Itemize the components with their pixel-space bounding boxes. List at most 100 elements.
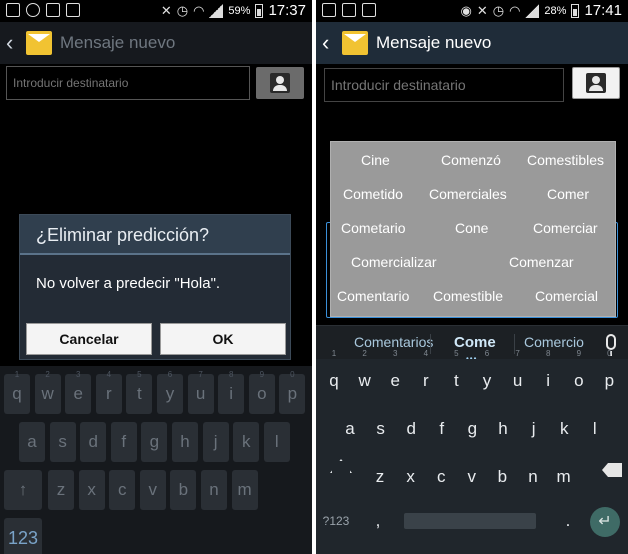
key-e[interactable]: 3e [381, 349, 409, 401]
key-label: b [497, 467, 508, 486]
key-p[interactable]: 0p [595, 349, 623, 401]
key-j[interactable]: j [520, 409, 548, 449]
recipient-field[interactable] [6, 66, 250, 100]
key-h[interactable]: h [489, 409, 517, 449]
key-y[interactable]: 6y [157, 370, 183, 414]
key-w[interactable]: 2w [351, 349, 379, 401]
symbols-key[interactable]: 123 [4, 518, 42, 554]
key-u[interactable]: 7u [187, 370, 214, 414]
space-key[interactable] [404, 513, 536, 529]
cancel-button[interactable]: Cancelar [26, 323, 152, 355]
shift-key[interactable]: ↑ [4, 470, 42, 510]
suggestion-item[interactable]: Comercial [535, 288, 598, 304]
key-i[interactable]: 8i [534, 349, 562, 401]
key-secondary-label: 0 [607, 349, 612, 358]
key-n[interactable]: n [519, 457, 547, 497]
ok-button[interactable]: OK [160, 323, 286, 355]
key-y[interactable]: 6y [473, 349, 501, 401]
symbols-key[interactable]: ?123 [322, 501, 350, 541]
key-secondary-label: 4 [106, 370, 112, 379]
key-label: n [528, 467, 538, 486]
suggestion-item[interactable]: Comentario [337, 288, 409, 304]
recipient-input[interactable] [13, 76, 249, 90]
key-s[interactable]: s [367, 409, 395, 449]
enter-key-icon[interactable]: ↵ [590, 507, 620, 537]
suggestion-item[interactable]: Cometario [341, 220, 406, 236]
backspace-key-icon[interactable] [602, 463, 622, 477]
key-p[interactable]: 0p [279, 370, 306, 414]
sync-icon [26, 3, 40, 17]
key-m[interactable]: m [231, 470, 258, 510]
key-label: p [604, 371, 615, 390]
key-r[interactable]: 4r [412, 349, 440, 401]
key-g[interactable]: g [141, 422, 168, 462]
back-chevron-icon[interactable]: ‹ [6, 30, 22, 56]
suggestion-item[interactable]: Comerciar [533, 220, 598, 236]
shift-key-icon[interactable] [328, 459, 350, 481]
key-u[interactable]: 7u [504, 349, 532, 401]
key-d[interactable]: d [397, 409, 425, 449]
key-v[interactable]: v [458, 457, 486, 497]
recipient-input[interactable] [331, 77, 563, 93]
add-contact-button[interactable] [256, 67, 304, 99]
key-f[interactable]: f [428, 409, 456, 449]
key-j[interactable]: j [202, 422, 229, 462]
key-i[interactable]: 8i [218, 370, 245, 414]
key-d[interactable]: d [80, 422, 107, 462]
key-a[interactable]: a [336, 409, 364, 449]
key-b[interactable]: b [488, 457, 516, 497]
key-h[interactable]: h [172, 422, 198, 462]
key-a[interactable]: a [19, 422, 45, 462]
key-n[interactable]: n [201, 470, 227, 510]
key-v[interactable]: v [139, 470, 166, 510]
recipient-field[interactable] [324, 68, 564, 102]
suggestion-item[interactable]: Comenzó [441, 152, 501, 168]
suggestion-item[interactable]: Comenzar [509, 254, 574, 270]
key-s[interactable]: s [49, 422, 76, 462]
key-label: s [376, 419, 385, 438]
key-g[interactable]: g [458, 409, 486, 449]
key-z[interactable]: z [48, 470, 74, 510]
period-key[interactable]: . [554, 501, 582, 541]
key-q[interactable]: 1q [320, 349, 348, 401]
key-e[interactable]: 3e [65, 370, 92, 414]
key-w[interactable]: 2w [34, 370, 61, 414]
key-q[interactable]: 1q [4, 370, 30, 414]
key-r[interactable]: 4r [95, 370, 122, 414]
key-l[interactable]: l [263, 422, 290, 462]
dialog-title: ¿Eliminar predicción? [20, 215, 290, 255]
key-k[interactable]: k [550, 409, 578, 449]
comma-key[interactable]: , [364, 501, 392, 541]
suggestion-item[interactable]: Cone [455, 220, 488, 236]
key-o[interactable]: 9o [248, 370, 275, 414]
key-x[interactable]: x [397, 457, 425, 497]
key-t[interactable]: 5t [126, 370, 153, 414]
key-label: j [531, 419, 536, 438]
key-secondary-label: 1 [331, 349, 337, 358]
suggestion-item[interactable]: Comer [547, 186, 589, 202]
key-m[interactable]: m [550, 457, 578, 497]
messages-envelope-icon [342, 31, 368, 55]
key-secondary-label: 2 [45, 370, 50, 379]
key-secondary-label: 4 [423, 349, 429, 358]
key-f[interactable]: f [110, 422, 137, 462]
key-label: w [358, 371, 371, 390]
suggestion-item[interactable]: Comestible [433, 288, 503, 304]
key-o[interactable]: 9o [565, 349, 593, 401]
key-c[interactable]: c [109, 470, 136, 510]
add-contact-button[interactable] [572, 67, 620, 99]
suggestion-item[interactable]: Comerciales [429, 186, 507, 202]
key-l[interactable]: l [581, 409, 609, 449]
signal-icon [525, 3, 540, 18]
key-c[interactable]: c [427, 457, 455, 497]
key-t[interactable]: 5t [442, 349, 470, 401]
back-chevron-icon[interactable]: ‹ [322, 30, 338, 56]
key-b[interactable]: b [170, 470, 197, 510]
suggestion-item[interactable]: Cometido [343, 186, 403, 202]
suggestion-item[interactable]: Comestibles [527, 152, 604, 168]
suggestion-item[interactable]: Comercializar [351, 254, 437, 270]
key-k[interactable]: k [233, 422, 260, 462]
key-z[interactable]: z [366, 457, 394, 497]
suggestion-item[interactable]: Cine [361, 152, 390, 168]
key-x[interactable]: x [78, 470, 105, 510]
